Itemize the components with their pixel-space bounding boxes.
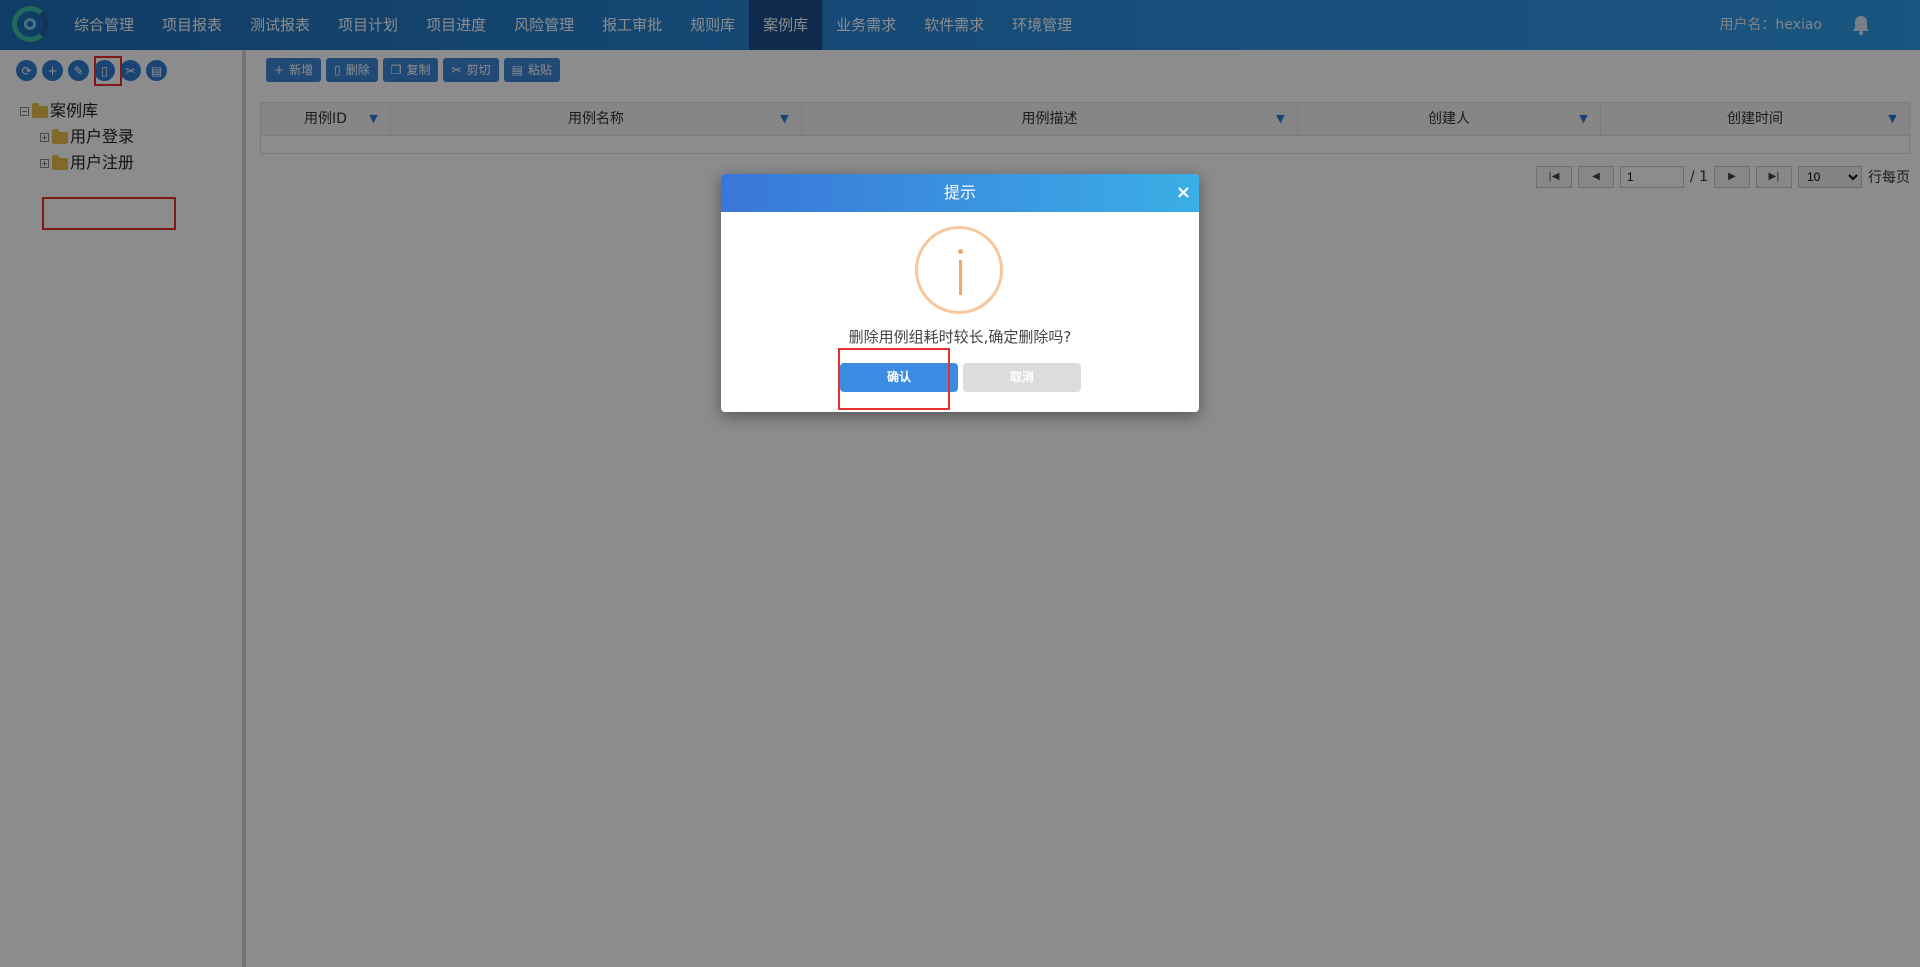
confirm-dialog: 提示 × 删除用例组耗时较长,确定删除吗? 确认 取消 bbox=[721, 174, 1199, 412]
dialog-message: 删除用例组耗时较长,确定删除吗? bbox=[848, 328, 1072, 346]
highlight-confirm-button bbox=[838, 348, 950, 410]
dialog-header: 提示 × bbox=[721, 174, 1199, 212]
modal-overlay bbox=[0, 0, 1920, 967]
dialog-title: 提示 bbox=[943, 183, 976, 202]
cancel-button[interactable]: 取消 bbox=[963, 363, 1081, 392]
info-icon bbox=[915, 226, 1003, 314]
close-icon[interactable]: × bbox=[1176, 174, 1191, 212]
